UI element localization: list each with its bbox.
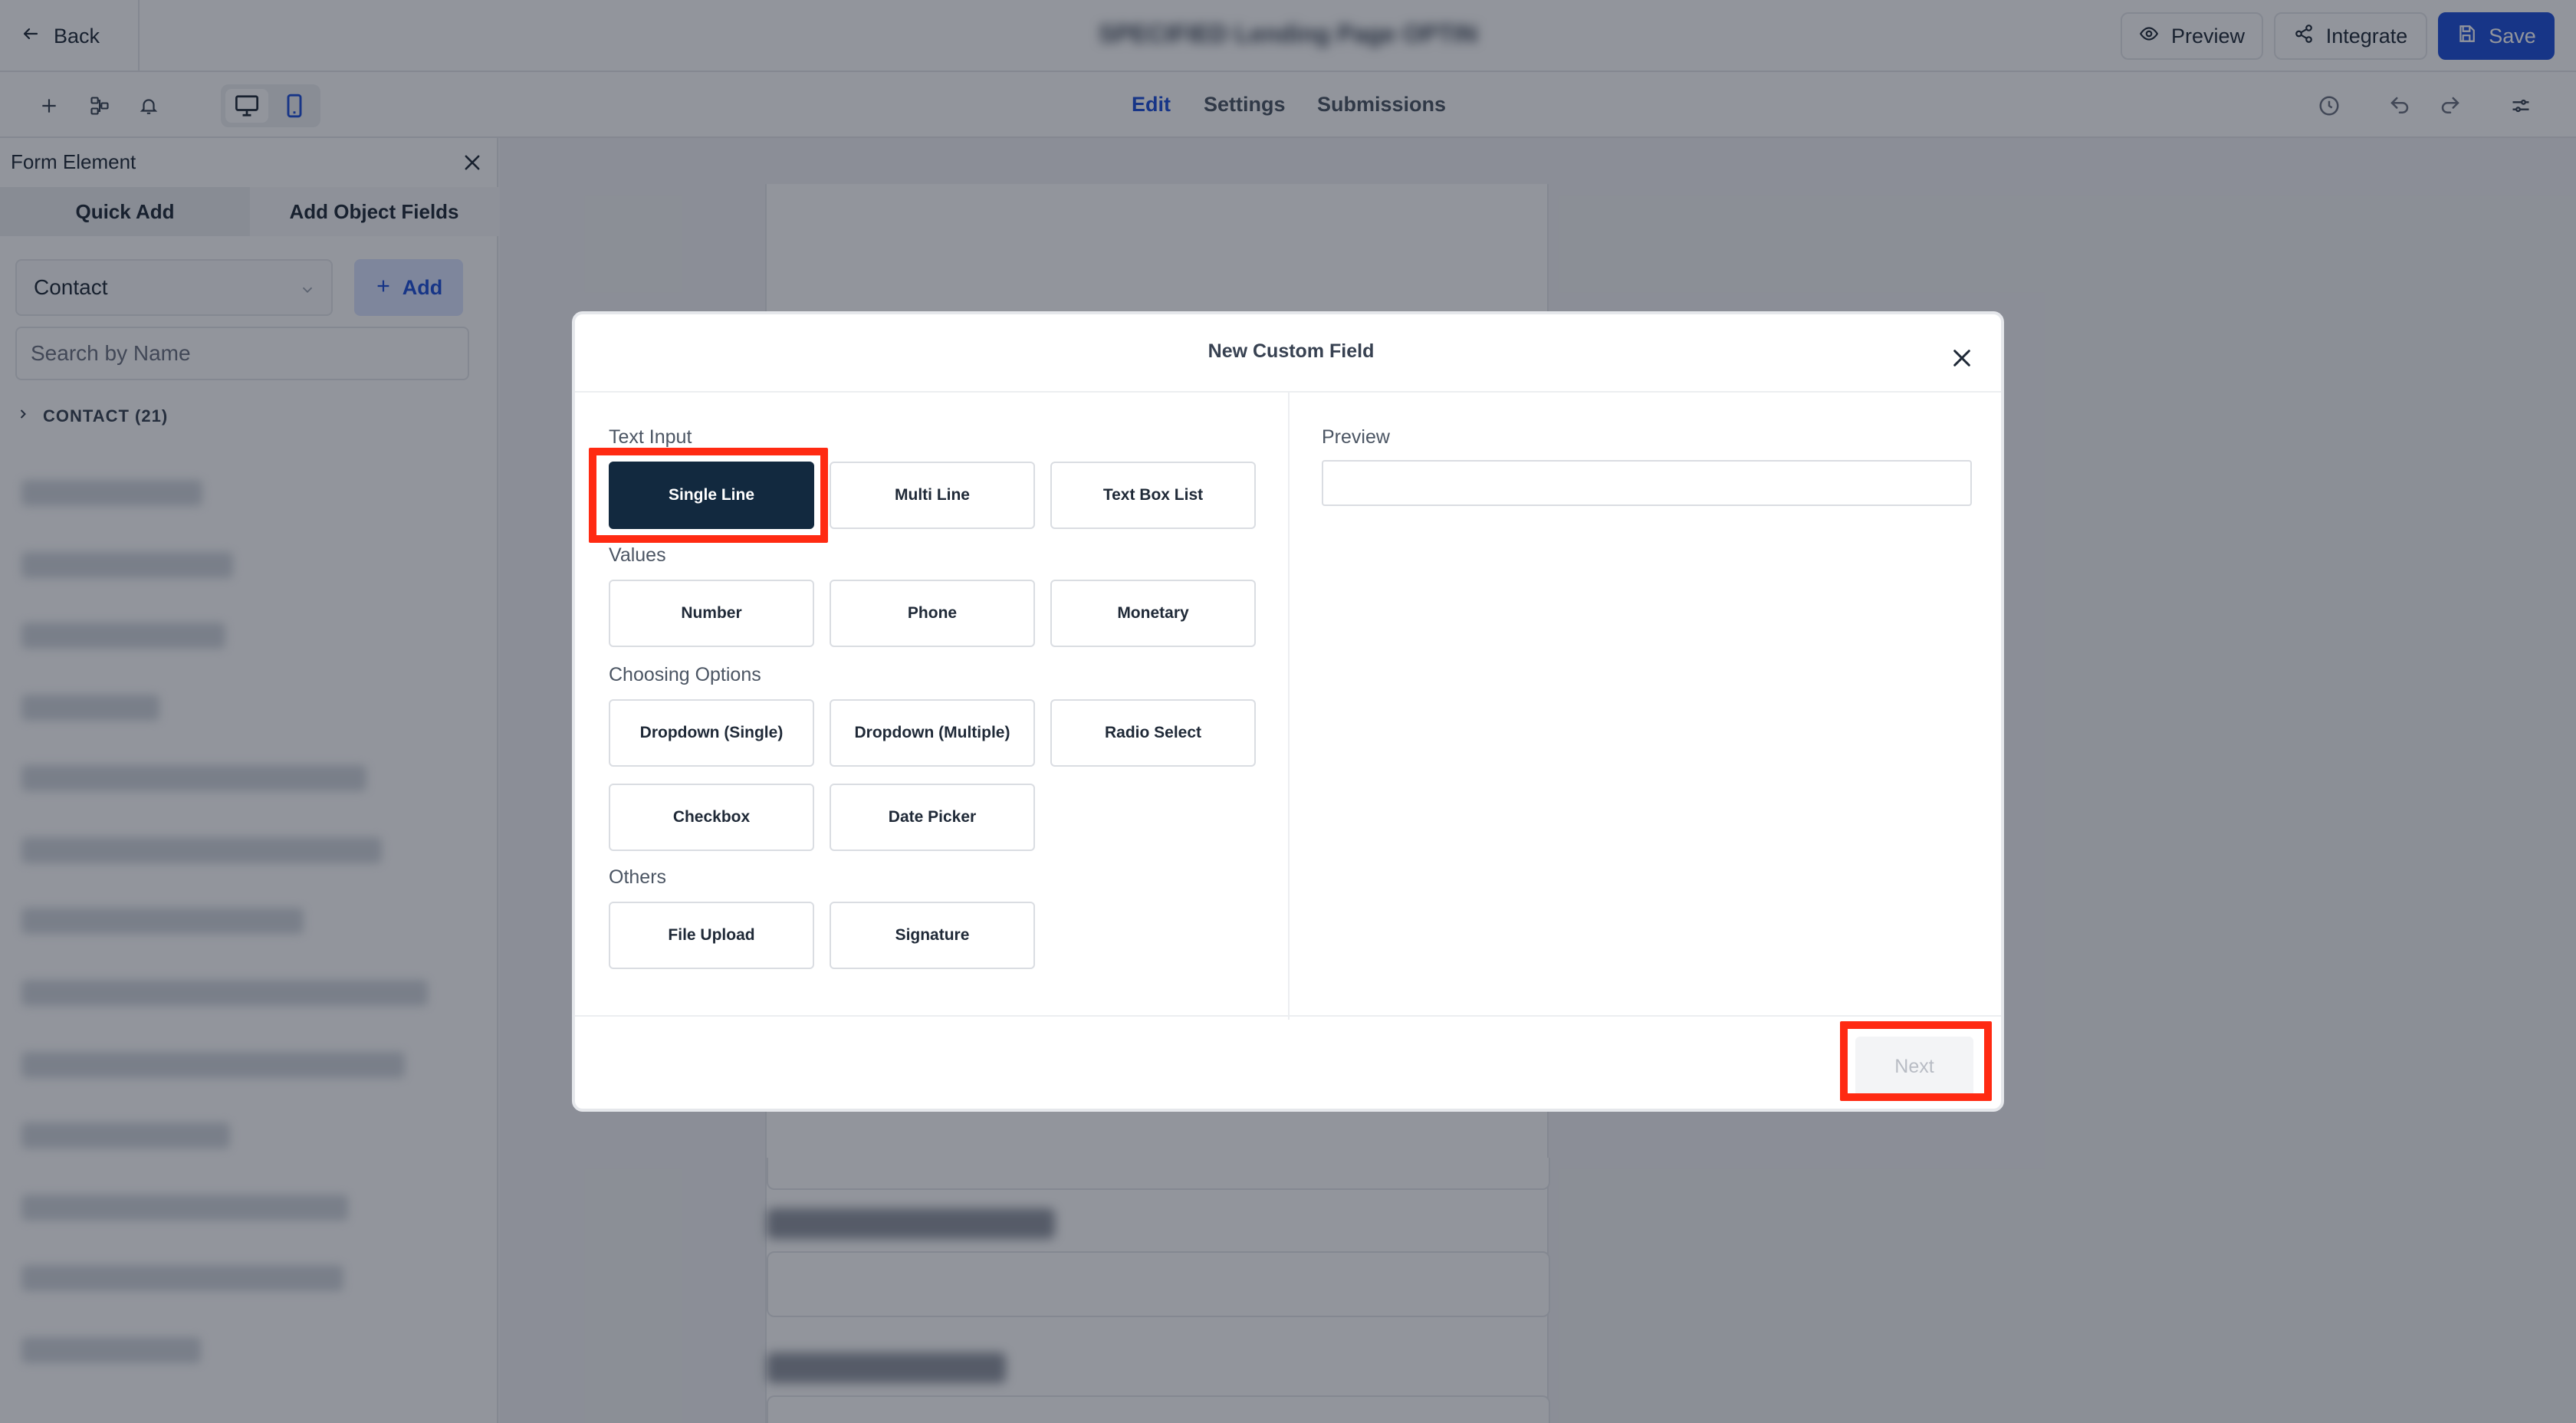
field-type-phone[interactable]: Phone xyxy=(830,580,1035,647)
preview-label: Preview xyxy=(1322,426,1390,448)
field-type-number[interactable]: Number xyxy=(609,580,814,647)
field-type-multi-line[interactable]: Multi Line xyxy=(830,462,1035,529)
section-label-text-input: Text Input xyxy=(609,426,692,448)
field-type-radio-select[interactable]: Radio Select xyxy=(1050,699,1256,767)
modal-title: New Custom Field xyxy=(1208,340,1375,362)
highlight-next-button xyxy=(1840,1021,1992,1101)
preview-field[interactable] xyxy=(1322,460,1972,506)
field-type-monetary[interactable]: Monetary xyxy=(1050,580,1256,647)
section-label-others: Others xyxy=(609,866,667,888)
field-type-signature[interactable]: Signature xyxy=(830,902,1035,969)
field-type-dropdown-single[interactable]: Dropdown (Single) xyxy=(609,699,814,767)
divider xyxy=(1288,393,1290,1020)
section-label-choosing-options: Choosing Options xyxy=(609,664,761,685)
new-custom-field-modal: New Custom Field Text Input Single Line … xyxy=(572,311,2004,1112)
field-type-dropdown-multiple[interactable]: Dropdown (Multiple) xyxy=(830,699,1035,767)
field-type-date-picker[interactable]: Date Picker xyxy=(830,784,1035,851)
highlight-single-line xyxy=(589,448,828,543)
field-type-text-box-list[interactable]: Text Box List xyxy=(1050,462,1256,529)
close-icon[interactable] xyxy=(1947,343,1976,373)
divider xyxy=(575,1015,2001,1017)
section-label-values: Values xyxy=(609,544,666,566)
field-type-checkbox[interactable]: Checkbox xyxy=(609,784,814,851)
field-type-file-upload[interactable]: File Upload xyxy=(609,902,814,969)
